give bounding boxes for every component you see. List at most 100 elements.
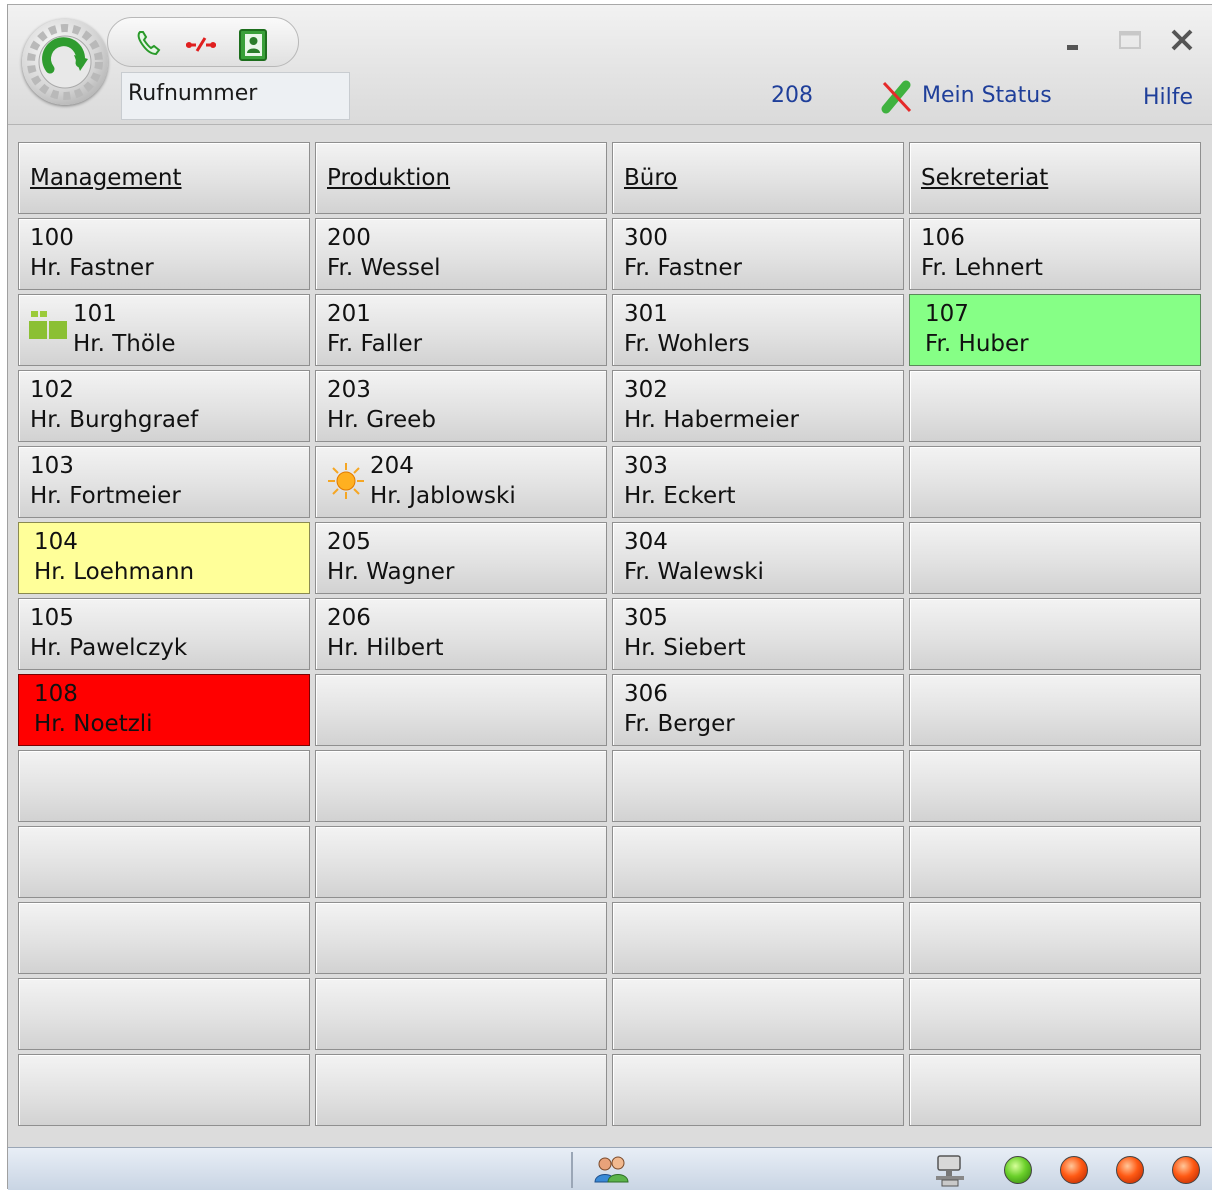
extension-cell[interactable]: 300 Fr. Fastner: [612, 218, 904, 290]
phone-number-input[interactable]: [128, 81, 338, 106]
status-indicator-orange-icon: [1060, 1156, 1088, 1184]
status-indicator-orange-icon: [1172, 1156, 1200, 1184]
extension-cell[interactable]: 108 Hr. Noetzli: [18, 674, 310, 746]
empty-cell[interactable]: [315, 750, 607, 822]
empty-cell[interactable]: [315, 902, 607, 974]
extension-name: Fr. Faller: [327, 331, 423, 357]
contacts-book-icon: [239, 29, 267, 61]
extension-name: Hr. Jablowski: [370, 483, 516, 509]
extension-number: 107: [925, 301, 969, 327]
app-logo-button[interactable]: [22, 19, 108, 105]
extension-name: Fr. Wohlers: [624, 331, 750, 357]
empty-cell[interactable]: [612, 1054, 904, 1126]
extension-name: Hr. Wagner: [327, 559, 455, 585]
group-header[interactable]: Produktion: [315, 142, 607, 214]
extension-number: 302: [624, 377, 668, 403]
empty-cell[interactable]: [909, 446, 1201, 518]
extension-cell[interactable]: 304 Fr. Walewski: [612, 522, 904, 594]
extension-text: 103 Hr. Fortmeier: [30, 451, 181, 511]
extension-name: Fr. Huber: [925, 331, 1029, 357]
extension-cell[interactable]: 106 Fr. Lehnert: [909, 218, 1201, 290]
extension-name: Hr. Hilbert: [327, 635, 444, 661]
empty-cell[interactable]: [909, 598, 1201, 670]
group-header[interactable]: Sekreteriat: [909, 142, 1201, 214]
empty-cell[interactable]: [315, 826, 607, 898]
phone-icon: [137, 31, 161, 56]
group-header[interactable]: Management: [18, 142, 310, 214]
extension-text: 304 Fr. Walewski: [624, 527, 764, 587]
empty-cell[interactable]: [612, 902, 904, 974]
extension-cell[interactable]: 305 Hr. Siebert: [612, 598, 904, 670]
sun-icon: [326, 461, 366, 509]
empty-cell[interactable]: [909, 674, 1201, 746]
empty-cell[interactable]: [315, 674, 607, 746]
empty-cell[interactable]: [18, 826, 310, 898]
hangup-button[interactable]: [184, 28, 216, 58]
empty-cell[interactable]: [909, 370, 1201, 442]
empty-cell[interactable]: [909, 750, 1201, 822]
extension-number: 303: [624, 453, 668, 479]
empty-cell[interactable]: [18, 750, 310, 822]
empty-cell[interactable]: [612, 978, 904, 1050]
help-link[interactable]: Hilfe: [1143, 85, 1193, 110]
extension-cell[interactable]: 301 Fr. Wohlers: [612, 294, 904, 366]
extension-cell[interactable]: 100 Hr. Fastner: [18, 218, 310, 290]
my-status-label: Mein Status: [922, 83, 1052, 108]
extension-number: 200: [327, 225, 371, 251]
extension-number: 203: [327, 377, 371, 403]
network-button[interactable]: [932, 1154, 972, 1192]
extension-cell[interactable]: 200 Fr. Wessel: [315, 218, 607, 290]
extension-text: 306 Fr. Berger: [624, 679, 735, 739]
extension-cell[interactable]: 306 Fr. Berger: [612, 674, 904, 746]
extension-number: 305: [624, 605, 668, 631]
phone-number-field[interactable]: [121, 72, 350, 120]
own-extension: 208: [771, 83, 813, 108]
call-button[interactable]: [134, 28, 164, 58]
extension-cell[interactable]: 103 Hr. Fortmeier: [18, 446, 310, 518]
phonebook-button[interactable]: [236, 28, 267, 61]
empty-cell[interactable]: [909, 978, 1201, 1050]
extension-cell[interactable]: 204 Hr. Jablowski: [315, 446, 607, 518]
empty-cell[interactable]: [315, 978, 607, 1050]
empty-cell[interactable]: [18, 978, 310, 1050]
extension-number: 100: [30, 225, 74, 251]
maximize-button[interactable]: [1112, 23, 1146, 57]
quick-actions-bar: [107, 17, 299, 67]
empty-cell[interactable]: [909, 1054, 1201, 1126]
extension-number: 204: [370, 453, 414, 479]
group-header[interactable]: Büro: [612, 142, 904, 214]
empty-cell[interactable]: [909, 902, 1201, 974]
extension-cell[interactable]: 205 Hr. Wagner: [315, 522, 607, 594]
extension-text: 100 Hr. Fastner: [30, 223, 154, 283]
extension-cell[interactable]: 101 Hr. Thöle: [18, 294, 310, 366]
extension-cell[interactable]: 303 Hr. Eckert: [612, 446, 904, 518]
empty-cell[interactable]: [909, 826, 1201, 898]
extension-number: 206: [327, 605, 371, 631]
extension-cell[interactable]: 104 Hr. Loehmann: [18, 522, 310, 594]
extension-text: 303 Hr. Eckert: [624, 451, 736, 511]
empty-cell[interactable]: [612, 826, 904, 898]
status-indicator-green-icon: [1004, 1156, 1032, 1184]
extension-cell[interactable]: 201 Fr. Faller: [315, 294, 607, 366]
extension-text: 105 Hr. Pawelczyk: [30, 603, 187, 663]
empty-cell[interactable]: [909, 522, 1201, 594]
extension-number: 300: [624, 225, 668, 251]
close-button[interactable]: [1165, 23, 1199, 57]
extension-name: Hr. Eckert: [624, 483, 736, 509]
extension-number: 104: [34, 529, 78, 555]
minimize-button[interactable]: [1055, 23, 1089, 57]
extension-cell[interactable]: 203 Hr. Greeb: [315, 370, 607, 442]
users-button[interactable]: [593, 1154, 631, 1190]
extension-name: Fr. Wessel: [327, 255, 441, 281]
extension-text: 108 Hr. Noetzli: [34, 679, 153, 739]
empty-cell[interactable]: [315, 1054, 607, 1126]
extension-cell[interactable]: 206 Hr. Hilbert: [315, 598, 607, 670]
status-pencil-icon: [881, 80, 912, 114]
extension-cell[interactable]: 302 Hr. Habermeier: [612, 370, 904, 442]
extension-cell[interactable]: 105 Hr. Pawelczyk: [18, 598, 310, 670]
extension-cell[interactable]: 107 Fr. Huber: [909, 294, 1201, 366]
empty-cell[interactable]: [18, 902, 310, 974]
empty-cell[interactable]: [612, 750, 904, 822]
empty-cell[interactable]: [18, 1054, 310, 1126]
extension-cell[interactable]: 102 Hr. Burghgraef: [18, 370, 310, 442]
